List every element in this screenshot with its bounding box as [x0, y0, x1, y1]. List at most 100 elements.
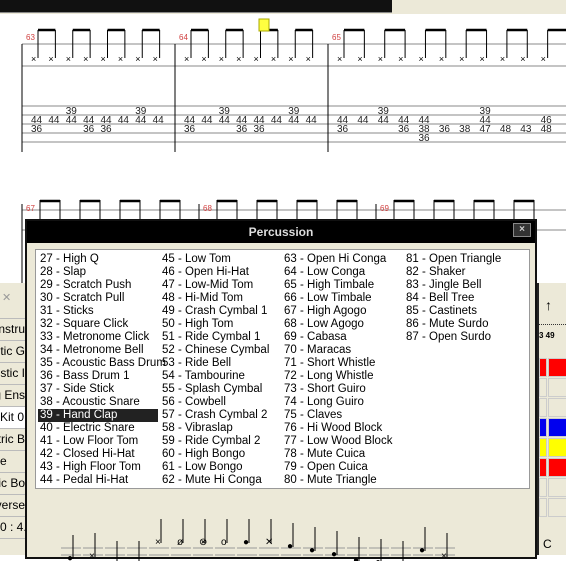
list-item[interactable]: 33 - Metronome Click — [38, 331, 158, 344]
list-item[interactable]: 54 - Tambourine — [160, 370, 280, 383]
tab-number: 47 — [480, 124, 492, 135]
matrix-cell[interactable] — [548, 378, 566, 397]
tab-number: 36 — [254, 124, 266, 135]
list-item[interactable]: 42 - Closed Hi-Hat — [38, 448, 158, 461]
track-item[interactable]: stic G — [0, 341, 26, 363]
timeline-bar[interactable] — [0, 0, 392, 13]
matrix-cell[interactable] — [539, 458, 547, 477]
track-item[interactable]: Kit 0 — [0, 407, 26, 429]
list-item[interactable]: 35 - Acoustic Bass Drum — [38, 357, 166, 370]
note-x: × — [48, 54, 53, 64]
list-item[interactable]: 72 - Long Whistle — [282, 370, 402, 383]
list-item[interactable]: 34 - Metronome Bell — [38, 344, 158, 357]
list-item[interactable]: 76 - Hi Wood Block — [282, 422, 402, 435]
matrix-cell[interactable] — [548, 498, 566, 517]
track-item[interactable]: Instru — [0, 319, 26, 341]
list-item[interactable]: 85 - Castinets — [404, 305, 524, 318]
track-item[interactable]: verse — [0, 495, 26, 517]
list-item[interactable]: 59 - Ride Cymbal 2 — [160, 435, 280, 448]
track-item[interactable]: tric B — [0, 429, 26, 451]
matrix-cell[interactable] — [548, 358, 566, 377]
list-item[interactable]: 39 - Hand Clap — [38, 409, 158, 422]
list-item[interactable]: 57 - Crash Cymbal 2 — [160, 409, 280, 422]
list-item[interactable]: 28 - Slap — [38, 266, 158, 279]
matrix-cell[interactable] — [539, 478, 547, 497]
track-item[interactable]: g Ens — [0, 385, 26, 407]
list-item[interactable]: 45 - Low Tom — [160, 253, 280, 266]
list-item[interactable]: 55 - Splash Cymbal — [160, 383, 280, 396]
matrix-cell[interactable] — [539, 358, 547, 377]
list-item[interactable]: 74 - Long Guiro — [282, 396, 402, 409]
top-toolbar — [0, 0, 566, 14]
list-item[interactable]: 41 - Low Floor Tom — [38, 435, 158, 448]
tab-number: 44 — [153, 115, 165, 126]
list-item[interactable]: 73 - Short Guiro — [282, 383, 402, 396]
list-item[interactable]: 53 - Ride Bell — [160, 357, 280, 370]
list-item[interactable]: 66 - Low Timbale — [282, 292, 402, 305]
matrix-cell[interactable] — [539, 438, 547, 457]
matrix-cell[interactable] — [539, 398, 547, 417]
track-item[interactable]: ustic I — [0, 363, 26, 385]
list-item[interactable]: 56 - Cowbell — [160, 396, 280, 409]
list-item[interactable]: 70 - Maracas — [282, 344, 402, 357]
arrow-up-icon[interactable]: ↑ — [545, 297, 552, 313]
preview-note-head: o — [221, 537, 227, 548]
list-item[interactable]: 46 - Open Hi-Hat — [160, 266, 280, 279]
list-item[interactable]: 86 - Mute Surdo — [404, 318, 524, 331]
list-item[interactable]: 81 - Open Triangle — [404, 253, 524, 266]
list-item[interactable]: 65 - High Timbale — [282, 279, 402, 292]
matrix-cell[interactable] — [539, 378, 547, 397]
list-item[interactable]: 52 - Chinese Cymbal — [160, 344, 280, 357]
preview-note-head: ● — [287, 541, 293, 552]
matrix-cell[interactable] — [539, 418, 547, 437]
list-item[interactable]: 79 - Open Cuica — [282, 461, 402, 474]
list-item[interactable]: 38 - Acoustic Snare — [38, 396, 158, 409]
percussion-list[interactable]: 27 - High Q 28 - Slap 29 - Scratch Push 30 … — [35, 249, 530, 489]
list-item[interactable]: 29 - Scratch Push — [38, 279, 158, 292]
matrix-cell[interactable] — [539, 498, 547, 517]
list-item[interactable]: 49 - Crash Cymbal 1 — [160, 305, 280, 318]
close-button[interactable]: × — [513, 223, 531, 237]
matrix-cell[interactable] — [548, 418, 566, 437]
list-item[interactable]: 47 - Low-Mid Tom — [160, 279, 280, 292]
track-item[interactable]: e — [0, 451, 26, 473]
list-item[interactable]: 60 - High Bongo — [160, 448, 280, 461]
track-item[interactable]: ic Bo — [0, 473, 26, 495]
list-item[interactable]: 71 - Short Whistle — [282, 357, 402, 370]
list-item[interactable]: 83 - Jingle Bell — [404, 279, 524, 292]
list-item[interactable]: 44 - Pedal Hi-Hat — [38, 474, 158, 487]
matrix-cell[interactable] — [548, 438, 566, 457]
list-item[interactable]: 32 - Square Click — [38, 318, 158, 331]
tab-number: 44 — [135, 115, 147, 126]
matrix-cell[interactable] — [548, 478, 566, 497]
list-item[interactable]: 77 - Low Wood Block — [282, 435, 402, 448]
list-item[interactable]: 36 - Bass Drum 1 — [38, 370, 158, 383]
list-item[interactable]: 75 - Claves — [282, 409, 402, 422]
matrix-cell[interactable] — [548, 458, 566, 477]
list-item[interactable]: 80 - Mute Triangle — [282, 474, 402, 487]
list-item[interactable]: 51 - Ride Cymbal 1 — [160, 331, 280, 344]
list-item[interactable]: 30 - Scratch Pull — [38, 292, 158, 305]
preview-note-head: ● — [243, 537, 249, 548]
list-item[interactable]: 40 - Electric Snare — [38, 422, 158, 435]
list-item[interactable]: 37 - Side Stick — [38, 383, 158, 396]
list-item[interactable]: 82 - Shaker — [404, 266, 524, 279]
list-item[interactable]: 48 - Hi-Mid Tom — [160, 292, 280, 305]
list-item[interactable]: 61 - Low Bongo — [160, 461, 280, 474]
list-item[interactable]: 31 - Sticks — [38, 305, 158, 318]
list-item[interactable]: 62 - Mute Hi Conga — [160, 474, 280, 487]
preview-note-head: ✕ — [265, 537, 273, 548]
matrix-cell[interactable] — [548, 398, 566, 417]
list-item[interactable]: 84 - Bell Tree — [404, 292, 524, 305]
list-item[interactable]: 87 - Open Surdo — [404, 331, 524, 344]
list-item[interactable]: 64 - Low Conga — [282, 266, 402, 279]
list-item[interactable]: 68 - Low Agogo — [282, 318, 402, 331]
list-item[interactable]: 69 - Cabasa — [282, 331, 402, 344]
list-item[interactable]: 27 - High Q — [38, 253, 158, 266]
list-item[interactable]: 43 - High Floor Tom — [38, 461, 158, 474]
list-item[interactable]: 50 - High Tom — [160, 318, 280, 331]
list-item[interactable]: 67 - High Agogo — [282, 305, 402, 318]
list-item[interactable]: 58 - Vibraslap — [160, 422, 280, 435]
list-item[interactable]: 63 - Open Hi Conga — [282, 253, 402, 266]
list-item[interactable]: 78 - Mute Cuica — [282, 448, 402, 461]
